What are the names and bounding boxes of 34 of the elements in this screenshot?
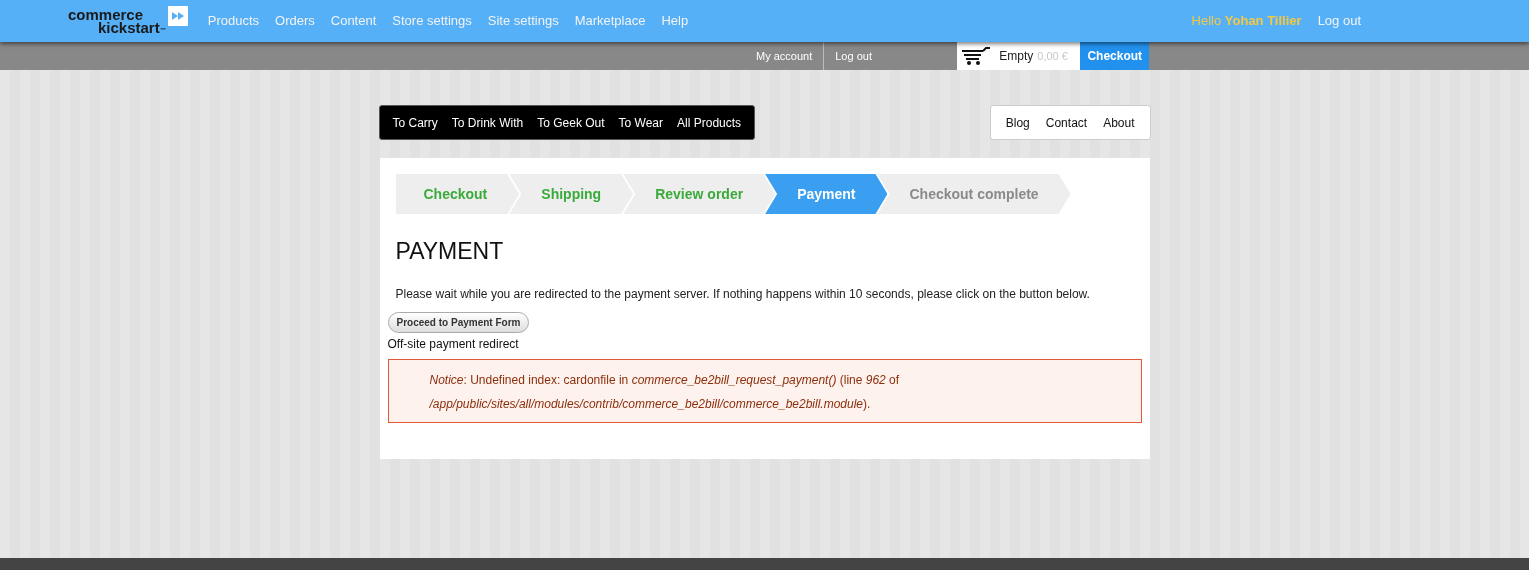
admin-menu-link[interactable]: Help: [661, 11, 689, 31]
admin-menu-link[interactable]: Store settings: [392, 11, 472, 31]
cart-icon: [961, 46, 992, 66]
proceed-button[interactable]: Proceed to Payment Form: [387, 311, 530, 333]
page-link[interactable]: Blog: [997, 113, 1038, 132]
page-title: PAYMENT: [394, 237, 505, 266]
category-link[interactable]: To Drink With: [444, 113, 531, 132]
category-link[interactable]: To Wear: [611, 113, 671, 132]
admin-menu-link[interactable]: Orders: [275, 11, 315, 31]
category-link[interactable]: To Carry: [385, 113, 445, 132]
cart-status: Empty: [999, 48, 1034, 65]
page-link[interactable]: Contact: [1037, 113, 1096, 132]
category-link[interactable]: To Geek Out: [530, 113, 612, 132]
logout-link[interactable]: Log out: [1317, 11, 1361, 31]
user-link[interactable]: Log out: [824, 42, 958, 70]
checkout-button[interactable]: Checkout: [1080, 42, 1150, 70]
checkout-step: Shipping: [509, 174, 634, 214]
checkout-step: Checkout: [395, 174, 520, 214]
page-link[interactable]: About: [1095, 113, 1143, 132]
checkout-step: Payment: [765, 174, 888, 214]
admin-menu-link[interactable]: Content: [330, 11, 377, 31]
checkout-step: Checkout complete: [877, 174, 1071, 214]
instructions: Please wait while you are redirected to the payment server. If nothing happens within 10 seconds, please click on the button below.: [394, 285, 1091, 303]
checkout-step: Review order: [623, 174, 776, 214]
category-link[interactable]: All Products: [670, 113, 749, 132]
admin-menu-link[interactable]: Site settings: [487, 11, 559, 31]
fast-forward-icon: [167, 6, 188, 26]
logo-text: commerce: [68, 8, 144, 21]
logo-text: kickstart: [98, 21, 160, 34]
admin-menu-link[interactable]: Products: [207, 11, 260, 31]
greeting: Hello Yohan Tillier: [1191, 12, 1302, 31]
notice-text: Notice: Undefined index: cardonfile in commerce_be2bill_request_payment() (line 962 of /app/public/sites/all/modules/contrib/commerce_be2bill/commerce_be2bill.module).: [429, 372, 900, 411]
admin-menu-link[interactable]: Marketplace: [574, 11, 646, 31]
form-label: Off-site payment redirect: [387, 335, 520, 353]
